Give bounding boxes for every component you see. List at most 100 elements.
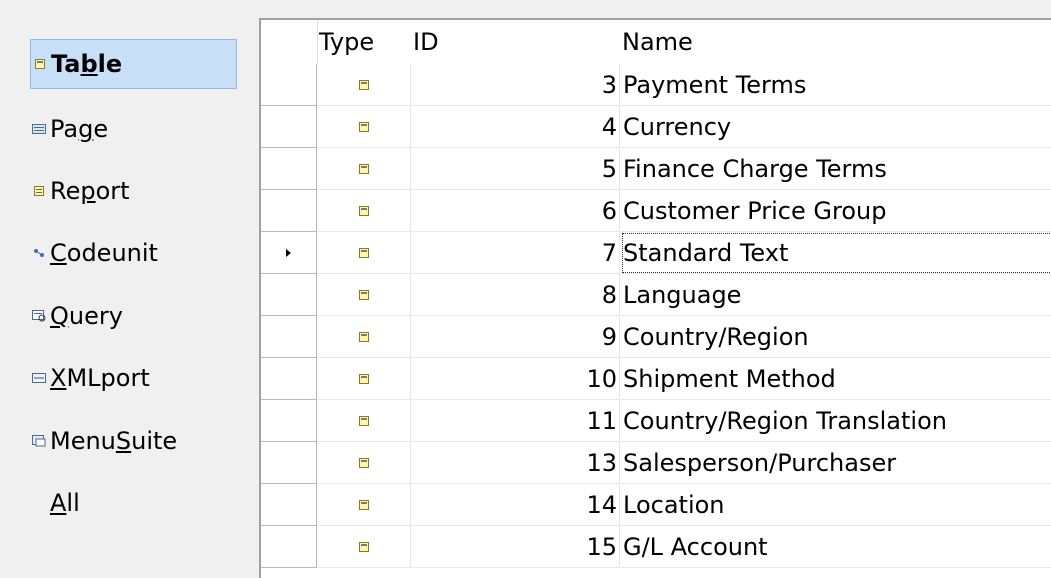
current-row-arrow-icon <box>286 248 291 257</box>
name-cell[interactable]: Currency <box>621 106 1051 148</box>
name-cell[interactable]: Country/Region <box>621 316 1051 358</box>
nav-item-label: Codeunit <box>50 239 158 267</box>
nav-item-query[interactable]: Query <box>30 291 237 341</box>
row-selector[interactable] <box>261 526 317 568</box>
table-icon <box>359 205 369 216</box>
nav-item-codeunit[interactable]: Codeunit <box>30 228 237 278</box>
type-cell[interactable] <box>318 358 411 400</box>
type-cell[interactable] <box>318 484 411 526</box>
id-cell[interactable]: 8 <box>412 274 620 316</box>
nav-item-label: MenuSuite <box>50 427 178 455</box>
table-row[interactable]: 11 Country/Region Translation <box>261 400 1051 442</box>
nav-item-label: XMLport <box>50 364 150 392</box>
row-selector[interactable] <box>261 400 317 442</box>
id-cell[interactable]: 9 <box>412 316 620 358</box>
type-cell[interactable] <box>318 316 411 358</box>
name-cell[interactable]: Salesperson/Purchaser <box>621 442 1051 484</box>
id-cell[interactable]: 4 <box>412 106 620 148</box>
type-cell[interactable] <box>318 442 411 484</box>
table-icon <box>359 373 369 384</box>
page-icon <box>32 122 46 136</box>
table-row[interactable]: 15 G/L Account <box>261 526 1051 568</box>
row-selector[interactable] <box>261 274 317 316</box>
nav-item-report[interactable]: Report <box>30 166 237 216</box>
table-row[interactable]: 13 Salesperson/Purchaser <box>261 442 1051 484</box>
name-cell[interactable]: Shipment Method <box>621 358 1051 400</box>
object-type-navigator: Table Page Report Codeunit Query XMLport MenuS… <box>0 0 259 565</box>
name-cell[interactable]: Customer Price Group <box>621 190 1051 232</box>
row-selector[interactable] <box>261 484 317 526</box>
type-cell[interactable] <box>318 190 411 232</box>
nav-item-all[interactable]: All <box>30 478 237 528</box>
table-icon <box>359 457 369 468</box>
table-icon <box>359 499 369 510</box>
blank-icon <box>32 496 46 510</box>
id-cell[interactable]: 7 <box>412 232 620 274</box>
nav-item-xmlport[interactable]: XMLport <box>30 353 237 403</box>
column-header-type[interactable]: Type <box>319 20 374 64</box>
table-row[interactable]: 8 Language <box>261 274 1051 316</box>
name-cell[interactable]: Finance Charge Terms <box>621 148 1051 190</box>
table-row[interactable]: 5 Finance Charge Terms <box>261 148 1051 190</box>
table-row[interactable]: 14 Location <box>261 484 1051 526</box>
nav-item-page[interactable]: Page <box>30 104 237 154</box>
name-cell[interactable]: Language <box>621 274 1051 316</box>
nav-item-table[interactable]: Table <box>30 39 237 89</box>
row-selector[interactable] <box>261 316 317 358</box>
table-icon <box>359 247 369 258</box>
table-row[interactable]: 4 Currency <box>261 106 1051 148</box>
id-cell[interactable]: 10 <box>412 358 620 400</box>
type-cell[interactable] <box>318 232 411 274</box>
table-icon <box>359 541 369 552</box>
table-icon <box>359 331 369 342</box>
table-row[interactable]: 9 Country/Region <box>261 316 1051 358</box>
nav-item-label: Report <box>50 177 130 205</box>
type-cell[interactable] <box>318 274 411 316</box>
row-selector[interactable] <box>261 358 317 400</box>
type-cell[interactable] <box>318 106 411 148</box>
id-cell[interactable]: 15 <box>412 526 620 568</box>
type-cell[interactable] <box>318 148 411 190</box>
nav-item-label: Table <box>51 50 123 78</box>
id-cell[interactable]: 3 <box>412 64 620 106</box>
query-icon <box>32 309 46 323</box>
type-cell[interactable] <box>318 526 411 568</box>
id-cell[interactable]: 11 <box>412 400 620 442</box>
table-icon <box>359 415 369 426</box>
table-row[interactable]: 10 Shipment Method <box>261 358 1051 400</box>
name-cell[interactable]: Location <box>621 484 1051 526</box>
name-cell[interactable]: G/L Account <box>621 526 1051 568</box>
row-selector[interactable] <box>261 232 317 274</box>
row-selector[interactable] <box>261 64 317 106</box>
table-row[interactable]: 7 Standard Text <box>261 232 1051 274</box>
row-selector[interactable] <box>261 190 317 232</box>
table-row[interactable]: 6 Customer Price Group <box>261 190 1051 232</box>
row-selector[interactable] <box>261 148 317 190</box>
name-cell[interactable]: Country/Region Translation <box>621 400 1051 442</box>
id-cell[interactable]: 5 <box>412 148 620 190</box>
table-icon <box>359 121 369 132</box>
nav-item-label: All <box>50 489 80 517</box>
table-row[interactable]: 3 Payment Terms <box>261 64 1051 106</box>
id-cell[interactable]: 14 <box>412 484 620 526</box>
table-icon <box>359 79 369 90</box>
column-header-id[interactable]: ID <box>413 20 439 64</box>
type-cell[interactable] <box>318 400 411 442</box>
codeunit-icon <box>32 246 46 260</box>
column-header-name[interactable]: Name <box>622 20 693 64</box>
nav-item-label: Page <box>50 115 109 143</box>
menusuite-icon <box>32 434 46 448</box>
row-selector-header <box>261 20 318 64</box>
table-icon <box>359 163 369 174</box>
table-icon <box>359 289 369 300</box>
report-icon <box>32 184 46 198</box>
id-cell[interactable]: 13 <box>412 442 620 484</box>
type-cell[interactable] <box>318 64 411 106</box>
nav-item-menusuite[interactable]: MenuSuite <box>30 416 237 466</box>
name-cell[interactable]: Payment Terms <box>621 64 1051 106</box>
id-cell[interactable]: 6 <box>412 190 620 232</box>
nav-item-label: Query <box>50 302 123 330</box>
row-selector[interactable] <box>261 442 317 484</box>
name-cell[interactable]: Standard Text <box>621 232 1051 274</box>
row-selector[interactable] <box>261 106 317 148</box>
